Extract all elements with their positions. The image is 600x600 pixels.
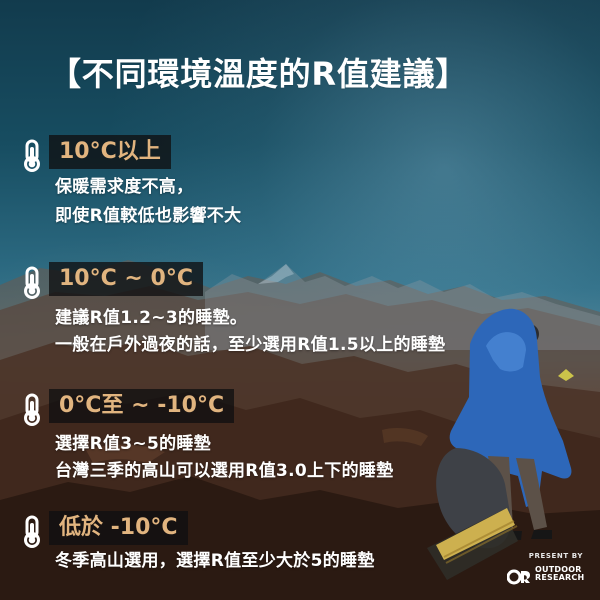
section-line: 一般在戶外過夜的話，至少選用R值1.5以上的睡墊	[55, 335, 446, 355]
temperature-label: 10°C ~ 0°C	[49, 262, 203, 296]
thermometer-icon	[24, 515, 40, 548]
poster-canvas: 【不同環境溫度的R值建議】 10°C以上 保暖需求度不高， 即使R值較低也影響不…	[0, 0, 600, 600]
content-layer: 【不同環境溫度的R值建議】 10°C以上 保暖需求度不高， 即使R值較低也影響不…	[0, 0, 600, 600]
section-line: 保暖需求度不高，	[55, 177, 194, 197]
temperature-label: 低於 -10°C	[49, 511, 188, 545]
section-line: 冬季高山選用，選擇R值至少大於5的睡墊	[55, 551, 375, 571]
brand-name-line2: RESEARCH	[535, 573, 585, 583]
brand-text: OUTDOOR RESEARCH	[535, 565, 585, 583]
temperature-label: 0°C至 ~ -10°C	[49, 389, 235, 423]
section-line: 選擇R值3~5的睡墊	[55, 434, 211, 454]
thermometer-icon	[24, 266, 40, 299]
or-logo-icon	[507, 569, 530, 585]
temperature-label: 10°C以上	[49, 135, 171, 169]
page-title: 【不同環境溫度的R值建議】	[49, 55, 469, 93]
brand-lockup: PRESENT BY OUTDOOR RESEARCH	[507, 552, 589, 592]
thermometer-icon	[24, 393, 40, 426]
section-line: 建議R值1.2~3的睡墊。	[55, 308, 248, 328]
present-by-label: PRESENT BY	[528, 552, 583, 560]
thermometer-icon	[24, 139, 40, 172]
section-line: 即使R值較低也影響不大	[55, 206, 242, 226]
section-line: 台灣三季的高山可以選用R值3.0上下的睡墊	[55, 461, 394, 481]
